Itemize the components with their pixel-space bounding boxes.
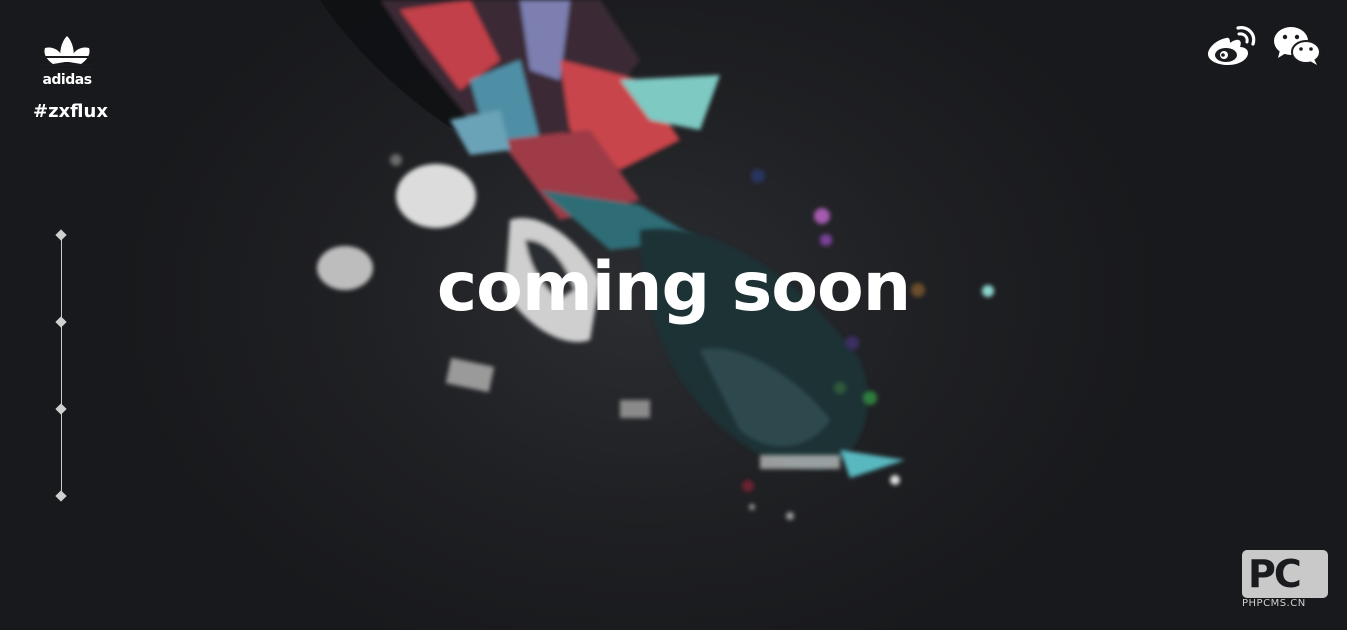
- hashtag-label: #zxflux: [33, 101, 108, 122]
- timeline-dot-1[interactable]: [55, 229, 67, 241]
- brand-wordmark: adidas: [42, 72, 92, 88]
- watermark-site: PHPCMS.CN: [1242, 598, 1306, 609]
- watermark-logo-text: PC: [1248, 552, 1302, 596]
- watermark-logo: PC: [1242, 550, 1328, 598]
- weibo-icon: [1208, 26, 1256, 65]
- phpcms-watermark: PC PHPCMS.CN: [1242, 550, 1328, 612]
- timeline-dot-3[interactable]: [55, 403, 67, 415]
- trefoil-icon: [41, 36, 93, 70]
- wechat-button[interactable]: [1272, 24, 1322, 66]
- timeline-dot-4[interactable]: [55, 490, 67, 502]
- adidas-logo[interactable]: adidas: [28, 34, 106, 88]
- coming-soon-headline: coming soon: [436, 248, 911, 327]
- weibo-button[interactable]: [1206, 24, 1256, 66]
- wechat-icon: [1274, 27, 1321, 65]
